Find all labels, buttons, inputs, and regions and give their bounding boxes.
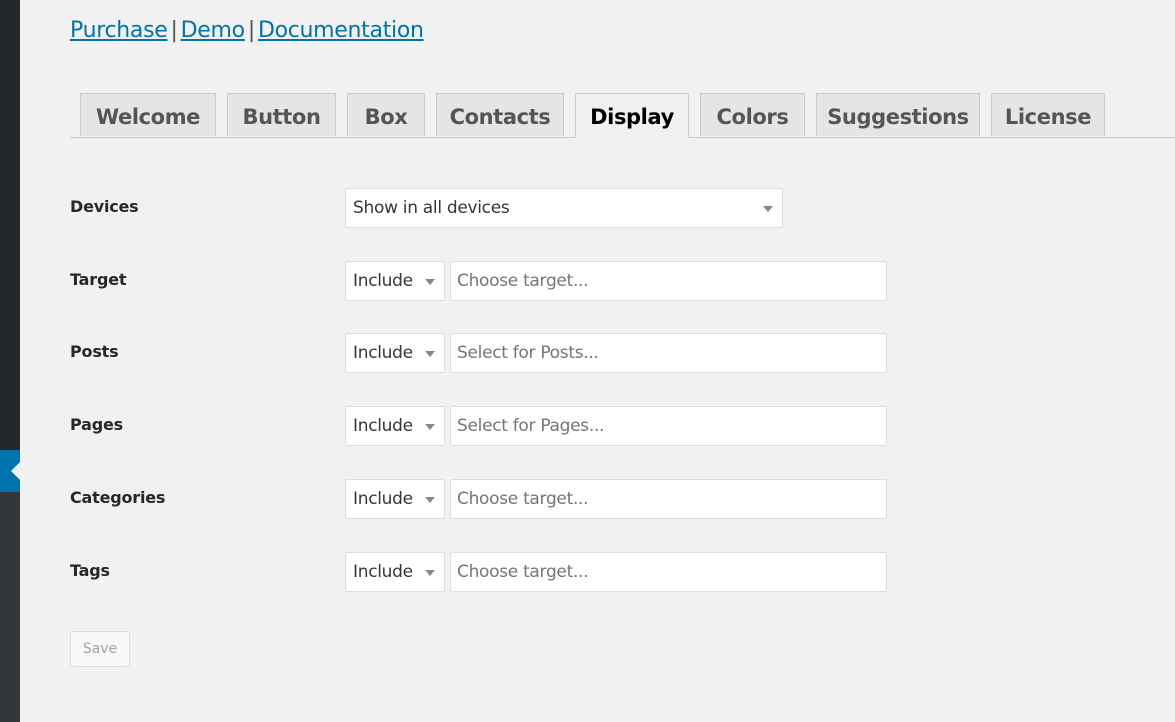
link-separator: | [170,18,178,43]
target-mode-value: Include [353,271,413,291]
target-mode-select[interactable]: Include [345,261,445,301]
tab-suggestions[interactable]: Suggestions [816,93,980,136]
posts-mode-value: Include [353,343,413,363]
posts-label: Posts [70,342,119,361]
categories-mode-value: Include [353,489,413,509]
chevron-down-icon [425,424,435,430]
chevron-down-icon [763,206,773,212]
save-button[interactable]: Save [70,631,130,667]
sidebar-menu [0,0,20,450]
chevron-down-icon [425,351,435,357]
tab-colors[interactable]: Colors [700,93,805,136]
tab-contacts[interactable]: Contacts [436,93,564,136]
tab-box[interactable]: Box [347,93,425,136]
categories-input[interactable]: Choose target... [450,479,887,519]
devices-select-value: Show in all devices [353,198,510,218]
documentation-link[interactable]: Documentation [258,18,424,43]
tags-label: Tags [70,561,110,580]
sidebar-active-arrow-icon [11,462,20,480]
posts-mode-select[interactable]: Include [345,333,445,373]
categories-label: Categories [70,488,166,507]
target-label: Target [70,270,127,289]
pages-mode-value: Include [353,416,413,436]
tab-button[interactable]: Button [227,93,336,136]
top-links: Purchase | Demo | Documentation [70,18,424,43]
tags-mode-select[interactable]: Include [345,552,445,592]
tab-welcome[interactable]: Welcome [80,93,216,136]
chevron-down-icon [425,497,435,503]
pages-mode-select[interactable]: Include [345,406,445,446]
devices-label: Devices [70,197,139,216]
admin-sidebar [0,0,20,722]
link-separator: | [247,18,255,43]
chevron-down-icon [425,279,435,285]
chevron-down-icon [425,570,435,576]
pages-input[interactable]: Select for Pages... [450,406,887,446]
tags-input[interactable]: Choose target... [450,552,887,592]
tags-mode-value: Include [353,562,413,582]
tab-license[interactable]: License [991,93,1105,136]
pages-label: Pages [70,415,123,434]
categories-mode-select[interactable]: Include [345,479,445,519]
purchase-link[interactable]: Purchase [70,18,168,43]
target-input[interactable]: Choose target... [450,261,887,301]
demo-link[interactable]: Demo [181,18,245,43]
posts-input[interactable]: Select for Posts... [450,333,887,373]
devices-select[interactable]: Show in all devices [345,188,783,228]
tab-display[interactable]: Display [575,93,689,138]
settings-tabs: Welcome Button Box Contacts Display Colo… [70,93,1175,138]
